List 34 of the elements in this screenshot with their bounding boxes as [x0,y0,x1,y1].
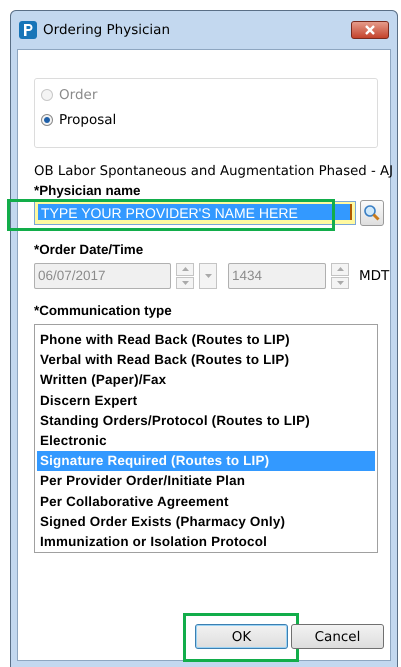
field-label: *Physician name [34,183,140,198]
radio-button[interactable] [41,114,53,126]
list-option[interactable]: Per Collaborative Agreement [37,492,375,512]
list-option[interactable]: Verbal with Read Back (Routes to LIP) [37,350,375,370]
field-label: *Order Date/Time [34,242,144,257]
dialog-button[interactable]: OK [195,624,288,649]
list-option[interactable]: Written (Paper)/Fax [37,370,375,391]
order-name: OB Labor Spontaneous and Augmentation Phased - AJ [34,164,394,179]
window-title: Ordering Physician [43,22,172,38]
search-button[interactable] [360,200,384,226]
list-option[interactable]: Per Provider Order/Initiate Plan [37,471,375,492]
dropdown-button[interactable] [199,263,217,289]
close-button[interactable] [351,21,389,39]
list-option[interactable]: Signed Order Exists (Pharmacy Only) [37,512,375,532]
caret-up-icon [336,267,344,272]
app-logo-icon [19,21,37,39]
caret-up-icon [182,267,188,272]
search-icon [363,204,381,222]
list-option[interactable]: Discern Expert [37,390,375,411]
list-option[interactable]: Standing Orders/Protocol (Routes to LIP) [37,410,375,432]
caret-down-icon [336,280,344,285]
dialog-button[interactable]: Cancel [291,624,384,649]
list-option[interactable]: Electronic [37,431,375,452]
radio-label: Proposal [59,112,116,128]
caret-down-icon [182,280,188,285]
list-option[interactable]: Phone with Read Back (Routes to LIP) [37,330,375,350]
field-label: *Communication type [34,303,172,318]
spin-buttons[interactable] [331,263,349,289]
spin-buttons[interactable] [176,263,194,289]
radio-label: Order [59,87,98,103]
timezone-label: MDT [359,268,390,284]
close-icon [364,25,376,35]
list-option[interactable]: Immunization or Isolation Protocol [37,532,375,552]
caret-down-icon [204,274,212,278]
